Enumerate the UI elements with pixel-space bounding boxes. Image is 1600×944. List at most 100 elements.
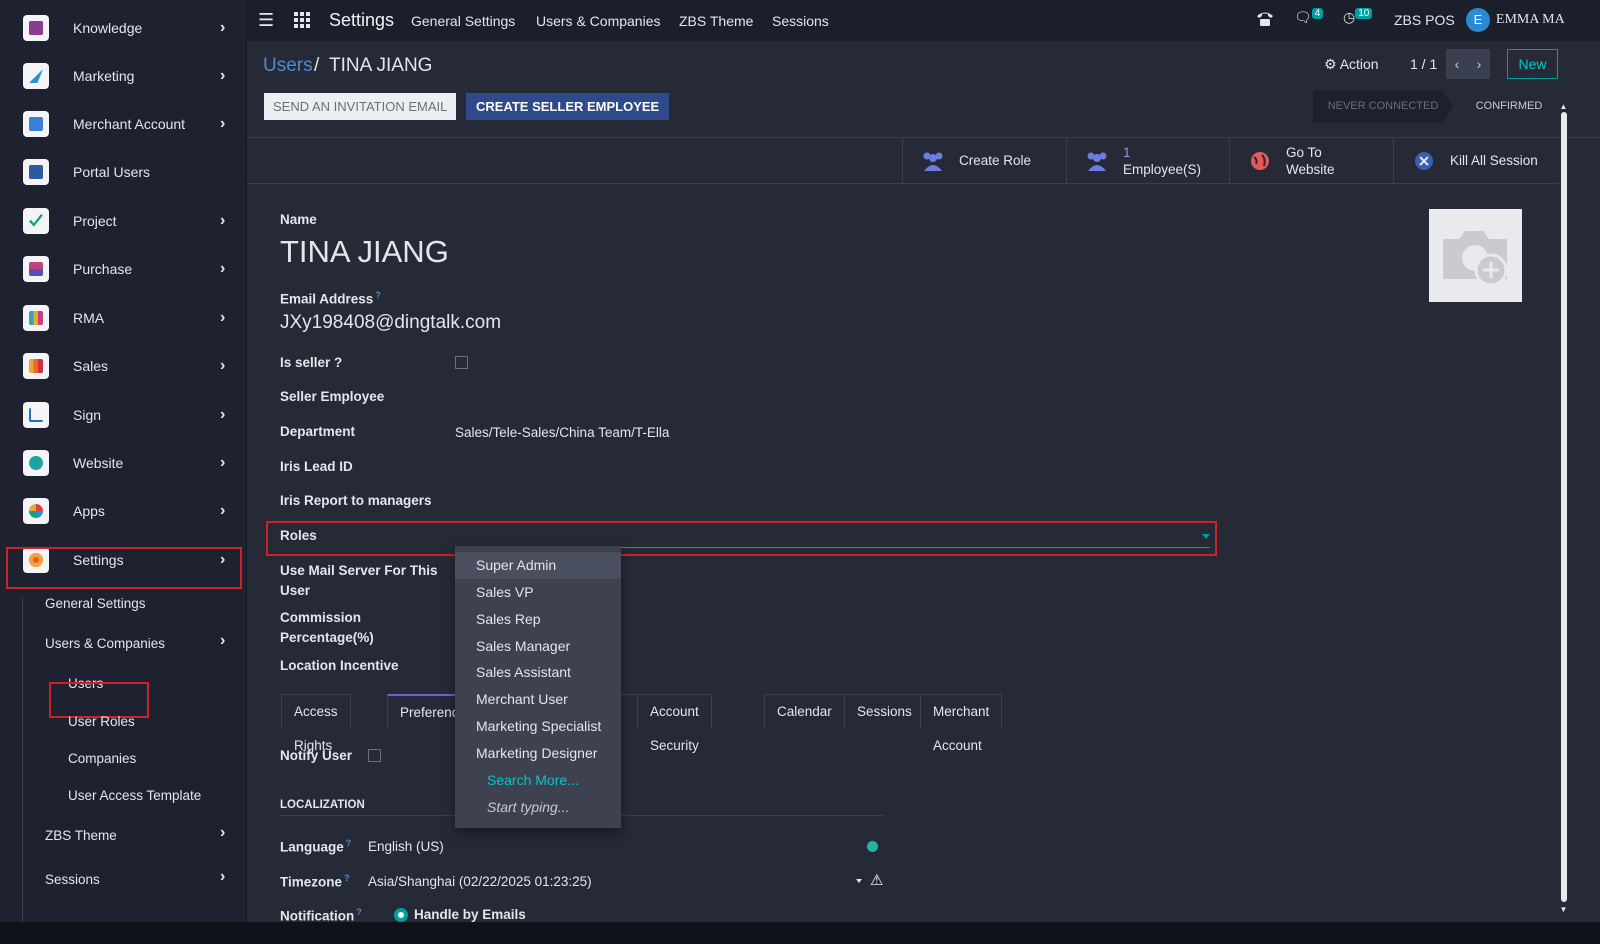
knowledge-icon	[23, 15, 49, 41]
employees-button[interactable]: 1 Employee(S)	[1066, 138, 1229, 184]
topmenu-sessions[interactable]: Sessions	[772, 13, 829, 29]
role-option-sales-manager[interactable]: Sales Manager	[455, 633, 621, 660]
new-button[interactable]: New	[1507, 49, 1558, 79]
tab-merchant-account[interactable]: Merchant Account	[920, 694, 1003, 753]
sidebar-app-sales[interactable]: Sales ›	[0, 346, 247, 386]
window-bottom-edge	[0, 922, 1600, 944]
submenu-zbs-theme[interactable]: ZBS Theme	[45, 828, 117, 843]
submenu-user-access-template[interactable]: User Access Template	[68, 788, 201, 803]
notify-user-checkbox[interactable]	[368, 749, 381, 762]
form-sheet: Create Role 1 Employee(S) Go To Website …	[247, 138, 1559, 944]
caret-down-icon[interactable]	[1202, 534, 1210, 539]
kill-all-session-button[interactable]: Kill All Session	[1393, 138, 1559, 184]
users-icon	[923, 152, 943, 171]
messages-button[interactable]: 🗨 4	[1294, 8, 1324, 26]
tab-calendar[interactable]: Calendar	[764, 694, 845, 729]
sidebar-app-portal-users[interactable]: Portal Users	[0, 152, 247, 192]
search-more-option[interactable]: Search More...	[455, 767, 621, 794]
camera-plus-icon	[1443, 231, 1508, 287]
caret-down-icon[interactable]	[856, 879, 862, 883]
go-to-website-button[interactable]: Go To Website	[1229, 138, 1393, 184]
is-seller-checkbox[interactable]	[455, 356, 468, 369]
language-label: Language?	[280, 838, 352, 855]
submenu-users-companies[interactable]: Users & Companies	[45, 636, 165, 651]
pager-previous-button[interactable]: ‹	[1446, 49, 1468, 79]
timezone-field[interactable]: Asia/Shanghai (02/22/2025 01:23:25)	[368, 874, 592, 889]
pager-value[interactable]: 1 / 1	[1410, 56, 1437, 72]
tab-sessions[interactable]: Sessions	[844, 694, 925, 729]
submenu-companies[interactable]: Companies	[68, 751, 136, 766]
topmenu-general-settings[interactable]: General Settings	[411, 13, 515, 29]
scroll-down-arrow-icon[interactable]: ▼	[1559, 905, 1568, 914]
scrollbar-thumb[interactable]	[1561, 112, 1567, 902]
sidebar-app-knowledge[interactable]: Knowledge ›	[0, 8, 247, 48]
topmenu-zbs-theme[interactable]: ZBS Theme	[679, 13, 753, 29]
chevron-right-icon: ›	[220, 67, 226, 84]
users-icon	[1087, 152, 1107, 171]
role-option-sales-vp[interactable]: Sales VP	[455, 579, 621, 606]
tab-access-rights[interactable]: Access Rights	[281, 694, 351, 753]
language-field[interactable]: English (US)	[368, 839, 444, 854]
sidebar-app-rma[interactable]: RMA ›	[0, 298, 247, 338]
phone-icon[interactable]	[1255, 9, 1275, 30]
current-app-name[interactable]: Settings	[329, 10, 394, 31]
scroll-up-arrow-icon[interactable]: ▲	[1559, 102, 1568, 111]
radio-selected-icon[interactable]	[394, 908, 408, 922]
department-field[interactable]: Sales/Tele-Sales/China Team/T-Ella	[455, 425, 669, 440]
sidebar-app-project[interactable]: Project ›	[0, 201, 247, 241]
role-option-marketing-specialist[interactable]: Marketing Specialist	[455, 713, 621, 740]
role-option-super-admin[interactable]: Super Admin	[455, 552, 621, 579]
create-role-button[interactable]: Create Role	[902, 138, 1066, 184]
help-icon[interactable]: ?	[346, 838, 352, 848]
submenu-user-roles[interactable]: User Roles	[68, 714, 135, 729]
sidebar-app-apps[interactable]: Apps ›	[0, 491, 247, 531]
project-icon	[23, 208, 49, 234]
portal-users-icon	[23, 159, 49, 185]
company-switcher[interactable]: ZBS POS	[1394, 12, 1455, 28]
app-grid-icon[interactable]	[294, 12, 310, 28]
action-menu-button[interactable]: ⚙ Action	[1324, 56, 1379, 73]
sidebar-app-label: Knowledge	[73, 20, 143, 36]
hamburger-menu-icon[interactable]: ☰	[258, 10, 274, 31]
email-field[interactable]: JXy198408@dingtalk.com	[280, 312, 501, 334]
smart-button-box: Create Role 1 Employee(S) Go To Website …	[247, 138, 1559, 184]
activities-button[interactable]: ◷ 10	[1343, 8, 1373, 26]
role-option-marketing-designer[interactable]: Marketing Designer	[455, 740, 621, 767]
submenu-general-settings[interactable]: General Settings	[45, 596, 146, 611]
user-menu[interactable]: E EMMA MA	[1466, 8, 1565, 32]
sidebar-app-sign[interactable]: Sign ›	[0, 395, 247, 435]
tab-account-security[interactable]: Account Security	[637, 694, 712, 753]
sidebar-app-marketing[interactable]: Marketing ›	[0, 56, 247, 96]
sidebar-app-website[interactable]: Website ›	[0, 443, 247, 483]
marketing-icon	[23, 63, 49, 89]
roles-autocomplete-dropdown: Super Admin Sales VP Sales Rep Sales Man…	[455, 546, 621, 828]
topmenu-users-companies[interactable]: Users & Companies	[536, 13, 661, 29]
role-option-sales-assistant[interactable]: Sales Assistant	[455, 659, 621, 686]
sidebar-app-merchant-account[interactable]: Merchant Account ›	[0, 104, 247, 144]
control-panel: Users / TINA JIANG ⚙ Action 1 / 1 ‹ › Ne…	[247, 41, 1600, 138]
breadcrumb-current: TINA JIANG	[329, 55, 433, 76]
tab-preferences[interactable]: Preferenc	[387, 694, 459, 729]
pager-next-button[interactable]: ›	[1468, 49, 1490, 79]
help-icon[interactable]: ?	[356, 907, 362, 917]
purchase-icon	[23, 256, 49, 282]
help-icon[interactable]: ?	[375, 290, 381, 300]
apps-icon	[23, 498, 49, 524]
status-never-connected[interactable]: NEVER CONNECTED	[1313, 90, 1453, 123]
user-photo-upload[interactable]	[1429, 209, 1522, 302]
name-field[interactable]: TINA JIANG	[280, 234, 449, 270]
help-icon[interactable]: ?	[344, 873, 350, 883]
send-invitation-email-button[interactable]: SEND AN INVITATION EMAIL	[264, 93, 457, 120]
role-option-sales-rep[interactable]: Sales Rep	[455, 606, 621, 633]
role-option-merchant-user[interactable]: Merchant User	[455, 686, 621, 713]
roles-highlight-box	[266, 521, 1217, 556]
notification-option-emails[interactable]: Handle by Emails	[414, 907, 526, 922]
language-status-icon[interactable]	[867, 841, 878, 852]
status-confirmed[interactable]: CONFIRMED	[1459, 90, 1559, 123]
submenu-sessions[interactable]: Sessions	[45, 872, 100, 887]
sidebar-app-label: Merchant Account	[73, 116, 186, 132]
sidebar-app-purchase[interactable]: Purchase ›	[0, 249, 247, 289]
email-label: Email Address?	[280, 290, 381, 307]
breadcrumb-users[interactable]: Users	[263, 55, 313, 77]
create-seller-employee-button[interactable]: CREATE SELLER EMPLOYEE	[466, 93, 670, 120]
